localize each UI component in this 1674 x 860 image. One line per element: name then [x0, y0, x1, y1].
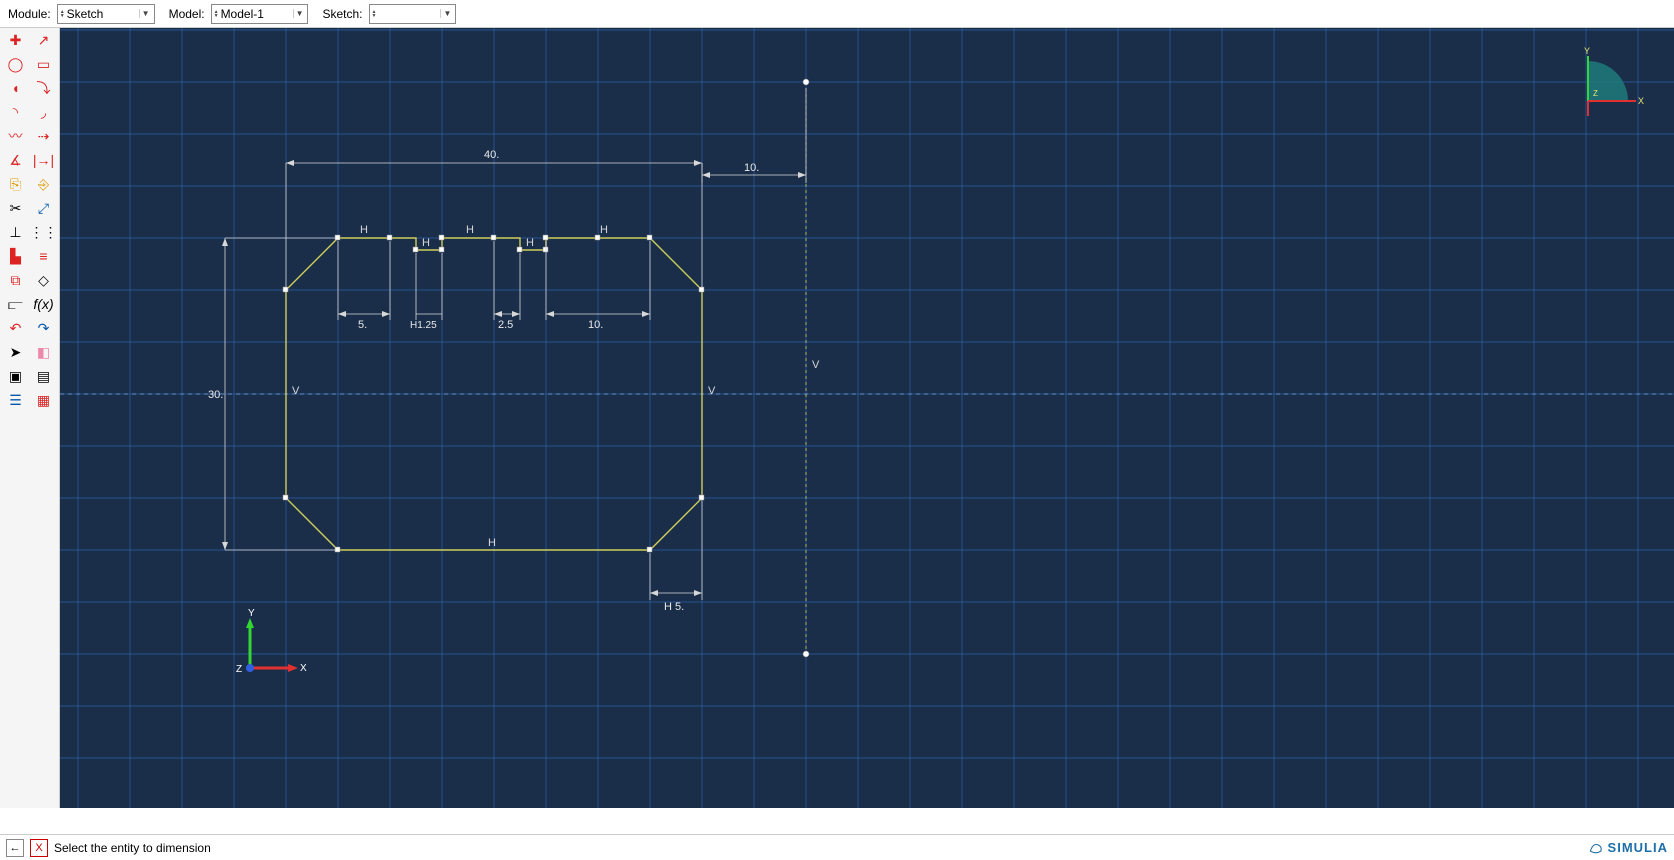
svg-text:Z: Z: [1593, 89, 1598, 98]
rectangle-tool[interactable]: ▭: [30, 52, 58, 76]
chevron-down-icon[interactable]: ▼: [293, 9, 306, 18]
dimension-h-tool[interactable]: |→|: [30, 148, 58, 172]
options-button[interactable]: ☰: [2, 388, 30, 412]
sketch-combo[interactable]: ▲▼ ▼: [369, 4, 457, 24]
sketch-input[interactable]: [378, 7, 438, 21]
svg-text:V: V: [292, 385, 300, 397]
module-combo[interactable]: ▲▼ ▼: [57, 4, 155, 24]
axis-cue-icon: Y X Z: [1568, 46, 1648, 126]
module-input[interactable]: [67, 7, 137, 21]
redo-button[interactable]: ↷: [30, 316, 58, 340]
fillet-tool[interactable]: ◞: [30, 100, 58, 124]
svg-text:10.: 10.: [588, 319, 603, 331]
extend-tool[interactable]: ⤢: [30, 196, 58, 220]
svg-text:H: H: [466, 224, 474, 236]
cancel-button[interactable]: X: [30, 839, 48, 857]
context-toolbar: Module: ▲▼ ▼ Model: ▲▼ ▼ Sketch: ▲▼ ▼: [0, 0, 1674, 28]
svg-text:Z: Z: [236, 664, 242, 675]
svg-text:H: H: [488, 537, 496, 549]
chevron-down-icon[interactable]: ▼: [139, 9, 152, 18]
spinner-icon[interactable]: ▲▼: [372, 10, 377, 18]
undo-button[interactable]: ↶: [2, 316, 30, 340]
sketch-canvas[interactable]: V H H H H H H V V 40.: [60, 28, 1674, 808]
svg-text:10.: 10.: [744, 162, 759, 174]
svg-text:X: X: [300, 663, 307, 674]
grid-button[interactable]: ▦: [30, 388, 58, 412]
grid-g: [60, 28, 1674, 808]
spinner-icon[interactable]: ▲▼: [60, 10, 65, 18]
module-label: Module:: [8, 7, 51, 21]
dimension-h5[interactable]: H 5.: [650, 500, 702, 613]
v-constraint-label: V: [812, 359, 820, 371]
point-tool[interactable]: ✚: [2, 28, 30, 52]
project-tool[interactable]: ⎆: [30, 172, 58, 196]
move-tool[interactable]: ▙: [2, 244, 30, 268]
svg-text:Y: Y: [1584, 46, 1590, 56]
svg-text:Y: Y: [248, 608, 255, 619]
dimension-row[interactable]: 5. H1.25 2.5 10.: [338, 241, 650, 331]
sketch-label: Sketch:: [322, 7, 362, 21]
svg-text:H1.25: H1.25: [410, 320, 437, 331]
load-sketch-button[interactable]: ▤: [30, 364, 58, 388]
equal-tool[interactable]: ≡: [30, 244, 58, 268]
prompt-text: Select the entity to dimension: [54, 841, 211, 855]
coordinate-triad: Y X Z: [230, 608, 310, 688]
arrow-left-icon: ←: [10, 842, 21, 854]
svg-text:H 5.: H 5.: [664, 601, 684, 613]
svg-text:X: X: [1638, 96, 1644, 106]
model-label: Model:: [169, 7, 205, 21]
vertex-handles[interactable]: [283, 235, 704, 552]
constraints-tool[interactable]: ⊥: [2, 220, 30, 244]
circle-tool[interactable]: ◯: [2, 52, 30, 76]
spline-tool[interactable]: 〰: [2, 124, 30, 148]
autodim-tool[interactable]: ⫍: [2, 292, 30, 316]
select-tool[interactable]: ➤: [2, 340, 30, 364]
svg-text:30.: 30.: [208, 389, 223, 401]
trim-tool[interactable]: ✂: [2, 196, 30, 220]
pattern-tool[interactable]: ⋮⋮: [30, 220, 58, 244]
mirror-tool[interactable]: ⧉: [2, 268, 30, 292]
chevron-down-icon[interactable]: ▼: [440, 9, 453, 18]
svg-text:H: H: [360, 224, 368, 236]
simulia-logo: SIMULIA: [1588, 840, 1668, 856]
svg-text:5.: 5.: [358, 319, 367, 331]
svg-text:40.: 40.: [484, 149, 499, 161]
construction-tool[interactable]: ⇢: [30, 124, 58, 148]
status-bar: ← X Select the entity to dimension SIMUL…: [0, 834, 1674, 860]
sketch-toolbox: ✚↗ ◯▭ ◖⤵ ◝◞ 〰⇢ ∡|→| ⎘⎆ ✂⤢ ⊥⋮⋮ ▙≡ ⧉◇ ⫍f(x…: [0, 28, 60, 808]
constraint-labels: H H H H H H V V: [292, 224, 716, 549]
model-combo[interactable]: ▲▼ ▼: [211, 4, 309, 24]
line-tool[interactable]: ↗: [30, 28, 58, 52]
parameter-tool[interactable]: f(x): [30, 292, 58, 316]
snap-tool[interactable]: ◇: [30, 268, 58, 292]
offset-tool[interactable]: ⎘: [2, 172, 30, 196]
svg-text:2.5: 2.5: [498, 319, 513, 331]
svg-text:H: H: [526, 237, 534, 249]
ellipse-tool[interactable]: ◖: [2, 76, 30, 100]
close-icon: X: [35, 842, 42, 854]
arc-tool[interactable]: ⤵: [30, 76, 58, 100]
svg-text:V: V: [708, 385, 716, 397]
dimension-tool[interactable]: ∡: [2, 148, 30, 172]
model-input[interactable]: [221, 7, 291, 21]
svg-text:H: H: [422, 237, 430, 249]
svg-text:H: H: [600, 224, 608, 236]
spinner-icon[interactable]: ▲▼: [214, 10, 219, 18]
erase-tool[interactable]: ◧: [30, 340, 58, 364]
back-button[interactable]: ←: [6, 839, 24, 857]
save-sketch-button[interactable]: ▣: [2, 364, 30, 388]
arc3p-tool[interactable]: ◝: [2, 100, 30, 124]
